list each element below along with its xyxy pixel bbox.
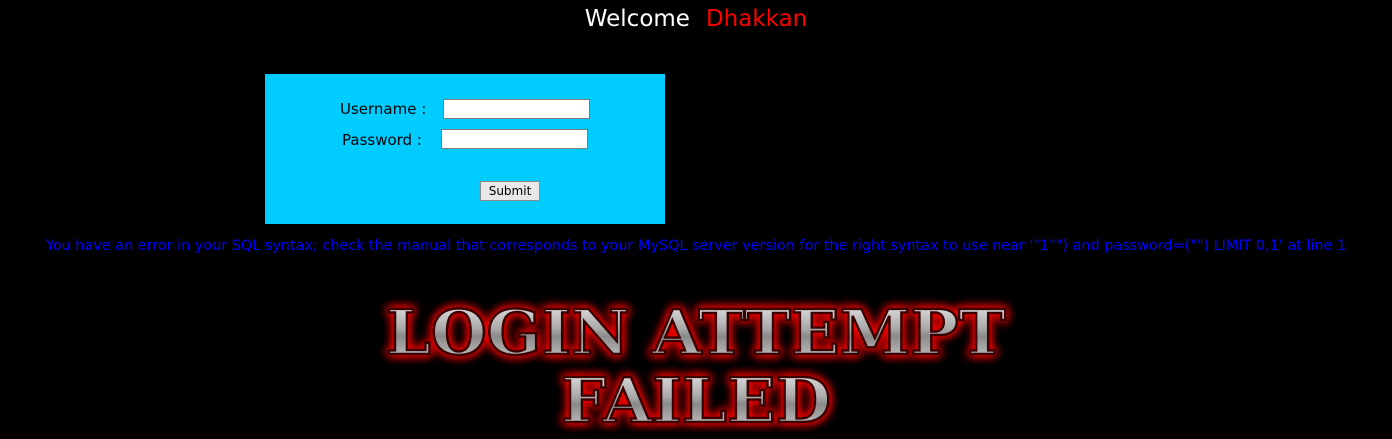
password-input[interactable] bbox=[441, 129, 588, 149]
page: Welcome Dhakkan Username : Password : Sub… bbox=[0, 0, 1392, 439]
user-name: Dhakkan bbox=[705, 6, 808, 32]
submit-button[interactable]: Submit bbox=[480, 181, 540, 201]
login-failed-graphic: LOGIN ATTEMPT FAILED bbox=[385, 296, 1008, 438]
password-label: Password : bbox=[342, 131, 422, 149]
sql-error-message: You have an error in your SQL syntax; ch… bbox=[45, 238, 1347, 254]
username-label: Username : bbox=[340, 100, 427, 118]
welcome-header: Welcome Dhakkan bbox=[0, 4, 1392, 34]
login-failed-banner: LOGIN ATTEMPT FAILED bbox=[346, 296, 1046, 439]
login-form: Username : Password : Submit bbox=[265, 74, 665, 224]
welcome-text: Welcome bbox=[584, 6, 690, 32]
banner-line1: LOGIN ATTEMPT bbox=[386, 296, 1006, 369]
username-input[interactable] bbox=[443, 99, 590, 119]
banner-line2: FAILED bbox=[561, 364, 831, 437]
